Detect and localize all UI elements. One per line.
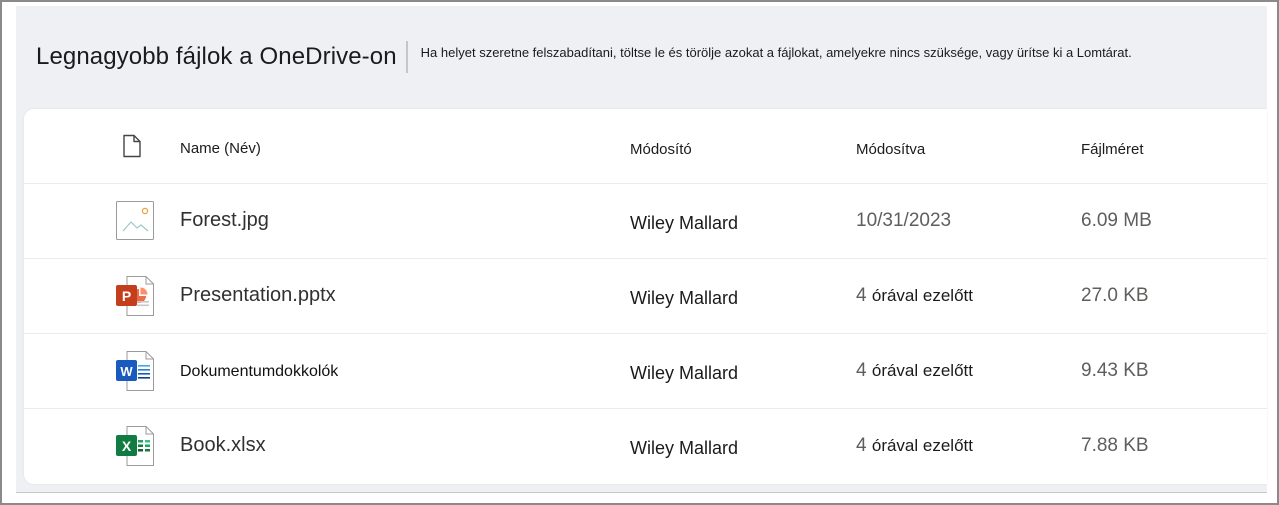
table-row[interactable]: Forest.jpg Wiley Mallard 10/31/2023 6.09… [24, 184, 1267, 259]
svg-text:X: X [122, 438, 132, 454]
powerpoint-file-icon: P [114, 273, 156, 319]
modified-relative: órával ezelőtt [871, 286, 973, 305]
table-row[interactable]: P Presentation.pptx Wiley Mallard 4 óráv… [24, 259, 1267, 334]
page-title: Legnagyobb fájlok a OneDrive-on [36, 43, 397, 70]
modified-relative: órával ezelőtt [871, 436, 973, 455]
file-name[interactable]: Dokumentumdokkolók [180, 363, 338, 381]
file-modified-date: 10/31/2023 [856, 210, 952, 231]
files-table: Name (Név) Módosító Módosítva Fájlméret … [24, 109, 1267, 484]
column-header-modified[interactable]: Módosítva [856, 141, 925, 158]
excel-file-icon: X [114, 423, 156, 469]
file-name[interactable]: Book.xlsx [180, 434, 266, 457]
file-modifier: Wiley Mallard [630, 213, 739, 233]
image-file-icon [114, 198, 156, 244]
file-name[interactable]: Forest.jpg [180, 209, 269, 232]
modified-relative: órával ezelőtt [871, 361, 973, 380]
column-header-modifier[interactable]: Módosító [630, 141, 692, 158]
svg-text:P: P [122, 288, 131, 304]
file-modifier: Wiley Mallard [630, 288, 739, 308]
modified-number: 4 [856, 435, 867, 456]
table-header-row: Name (Név) Módosító Módosítva Fájlméret [24, 109, 1267, 184]
file-modifier: Wiley Mallard [630, 438, 739, 458]
column-header-name[interactable]: Name (Név) [180, 140, 261, 157]
file-modified-date: 4 órával ezelőtt [856, 360, 973, 382]
panel-header: Legnagyobb fájlok a OneDrive-on Ha helye… [36, 39, 1132, 75]
file-modified-date: 4 órával ezelőtt [856, 285, 973, 307]
word-file-icon: W [114, 348, 156, 394]
file-modified-date: 4 órával ezelőtt [856, 435, 973, 457]
header-divider [405, 41, 408, 73]
svg-text:W: W [120, 364, 133, 379]
modified-number: 4 [856, 285, 867, 306]
page-subtitle: Ha helyet szeretne felszabadítani, tölts… [420, 44, 1132, 60]
table-row[interactable]: X Book.xlsx Wiley Mallard 4 órával ezelő… [24, 409, 1267, 484]
window-frame: Legnagyobb fájlok a OneDrive-on Ha helye… [0, 0, 1279, 505]
file-size: 9.43 KB [1081, 360, 1149, 381]
file-name[interactable]: Presentation.pptx [180, 284, 336, 307]
file-modifier: Wiley Mallard [630, 363, 739, 383]
table-row[interactable]: W Dokumentumdokkolók Wiley Mallard 4 órá… [24, 334, 1267, 409]
file-type-icon[interactable] [122, 134, 142, 158]
column-header-size[interactable]: Fájlméret [1081, 141, 1144, 158]
file-size: 6.09 MB [1081, 210, 1152, 231]
modified-number: 4 [856, 360, 867, 381]
file-size: 7.88 KB [1081, 435, 1149, 456]
file-size: 27.0 KB [1081, 285, 1149, 306]
